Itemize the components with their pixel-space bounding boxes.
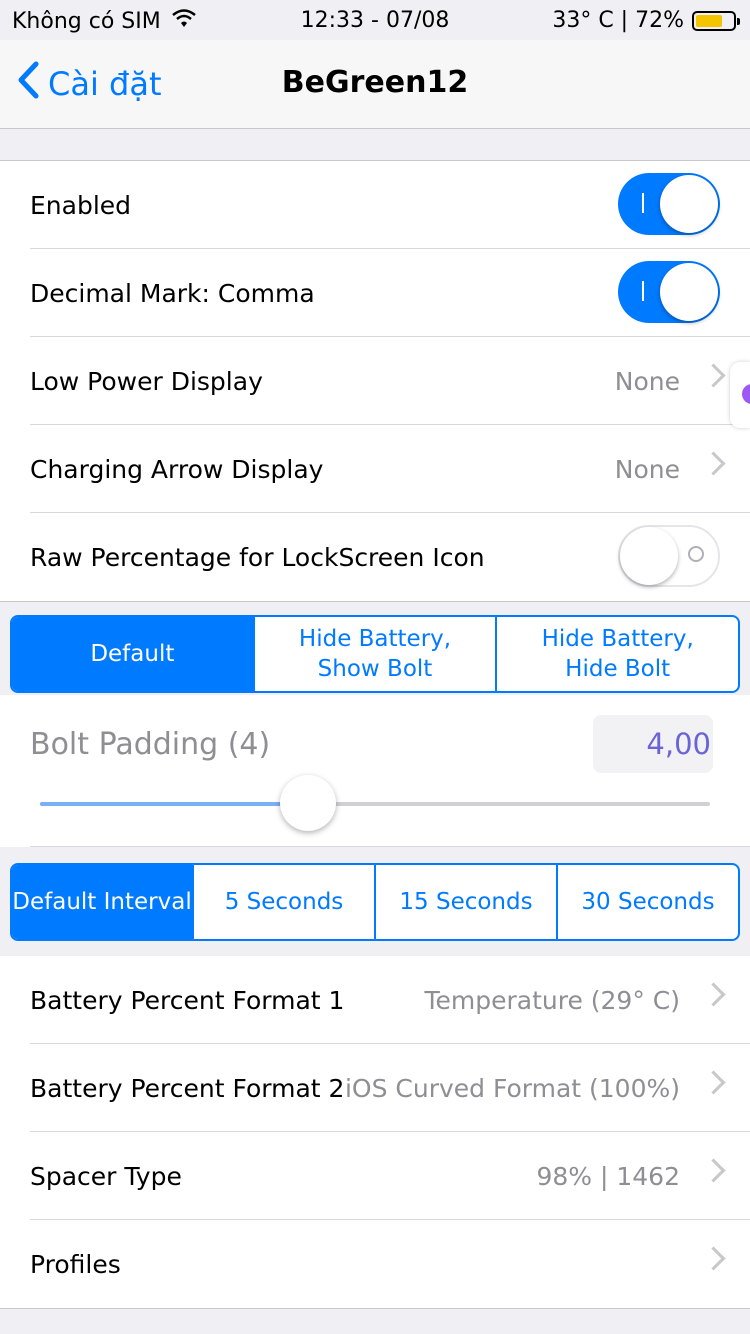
decimal-mark-toggle[interactable] bbox=[618, 261, 720, 323]
toggle-knob bbox=[620, 527, 678, 585]
battery-fill bbox=[696, 14, 722, 27]
assistive-dot-icon bbox=[742, 384, 750, 404]
decimal-mark-label: Decimal Mark: Comma bbox=[30, 278, 315, 308]
temperature-battery-text: 33° C | 72% bbox=[552, 8, 684, 33]
battery-tip bbox=[737, 17, 740, 25]
page-title: BeGreen12 bbox=[281, 65, 469, 100]
segment-5-seconds[interactable]: 5 Seconds bbox=[192, 865, 374, 939]
navigation-bar: Cài đặt BeGreen12 bbox=[0, 40, 750, 129]
segment-default[interactable]: Default bbox=[12, 617, 253, 691]
chevron-right-icon bbox=[701, 1070, 726, 1095]
bolt-mode-segmented-control: Default Hide Battery, Show Bolt Hide Bat… bbox=[10, 615, 740, 693]
segment-hide-battery-show-bolt[interactable]: Hide Battery, Show Bolt bbox=[252, 617, 496, 691]
segment-hide-battery-hide-bolt[interactable]: Hide Battery, Hide Bolt bbox=[495, 617, 738, 691]
bolt-padding-label: Bolt Padding (4) bbox=[30, 727, 271, 762]
slider-fill bbox=[40, 802, 308, 806]
low-power-value: None bbox=[614, 366, 680, 396]
spacer-label: Spacer Type bbox=[30, 1161, 182, 1191]
enabled-toggle[interactable] bbox=[618, 173, 720, 235]
format1-value: Temperature (29° C) bbox=[424, 985, 680, 1015]
chevron-right-icon bbox=[701, 982, 726, 1007]
toggle-knob bbox=[660, 263, 718, 321]
profiles-label: Profiles bbox=[30, 1249, 121, 1279]
slider-thumb[interactable] bbox=[280, 775, 336, 831]
toggle-on-mark bbox=[642, 193, 644, 213]
status-right: 33° C | 72% bbox=[552, 8, 740, 33]
chevron-right-icon bbox=[701, 363, 726, 388]
spacer-value: 98% | 1462 bbox=[536, 1161, 680, 1191]
battery-icon bbox=[692, 10, 740, 31]
bolt-padding-slider-row: Bolt Padding (4) 4,00 bbox=[0, 695, 750, 847]
segment-15-seconds[interactable]: 15 Seconds bbox=[374, 865, 556, 939]
format2-label: Battery Percent Format 2 bbox=[30, 1073, 345, 1103]
slider-track[interactable] bbox=[40, 802, 710, 806]
row-battery-percent-format-2[interactable]: Battery Percent Format 2 iOS Curved Form… bbox=[0, 1044, 750, 1132]
format1-label: Battery Percent Format 1 bbox=[30, 985, 345, 1015]
status-bar: Không có SIM 12:33 - 07/08 33° C | 72% bbox=[0, 0, 750, 40]
charging-arrow-label: Charging Arrow Display bbox=[30, 454, 324, 484]
segment-30-seconds[interactable]: 30 Seconds bbox=[556, 865, 738, 939]
toggle-on-mark bbox=[642, 281, 644, 301]
enabled-label: Enabled bbox=[30, 190, 132, 220]
toggle-knob bbox=[660, 175, 718, 233]
toggle-off-mark bbox=[688, 546, 704, 562]
settings-group-main: Enabled Decimal Mark: Comma Low Power Di… bbox=[0, 160, 750, 602]
row-profiles[interactable]: Profiles bbox=[0, 1220, 750, 1308]
raw-percentage-label: Raw Percentage for LockScreen Icon bbox=[30, 542, 485, 572]
bolt-padding-value-field[interactable]: 4,00 bbox=[593, 715, 713, 773]
interval-segmented-control: Default Interval 5 Seconds 15 Seconds 30… bbox=[10, 863, 740, 941]
row-low-power-display[interactable]: Low Power Display None bbox=[0, 337, 750, 425]
row-charging-arrow-display[interactable]: Charging Arrow Display None bbox=[0, 425, 750, 513]
row-battery-percent-format-1[interactable]: Battery Percent Format 1 Temperature (29… bbox=[0, 956, 750, 1044]
raw-percentage-toggle[interactable] bbox=[618, 525, 720, 587]
row-raw-percentage: Raw Percentage for LockScreen Icon bbox=[0, 513, 750, 601]
charging-arrow-value: None bbox=[614, 454, 680, 484]
row-spacer-type[interactable]: Spacer Type 98% | 1462 bbox=[0, 1132, 750, 1220]
format2-value: iOS Curved Format (100%) bbox=[344, 1073, 680, 1103]
row-enabled: Enabled bbox=[0, 161, 750, 249]
low-power-label: Low Power Display bbox=[30, 366, 263, 396]
settings-group-format: Battery Percent Format 1 Temperature (29… bbox=[0, 956, 750, 1309]
chevron-right-icon bbox=[701, 1246, 726, 1271]
floating-side-tab[interactable] bbox=[730, 362, 750, 428]
segment-default-interval[interactable]: Default Interval bbox=[12, 865, 192, 939]
chevron-right-icon bbox=[701, 451, 726, 476]
row-decimal-mark: Decimal Mark: Comma bbox=[0, 249, 750, 337]
chevron-right-icon bbox=[701, 1158, 726, 1183]
